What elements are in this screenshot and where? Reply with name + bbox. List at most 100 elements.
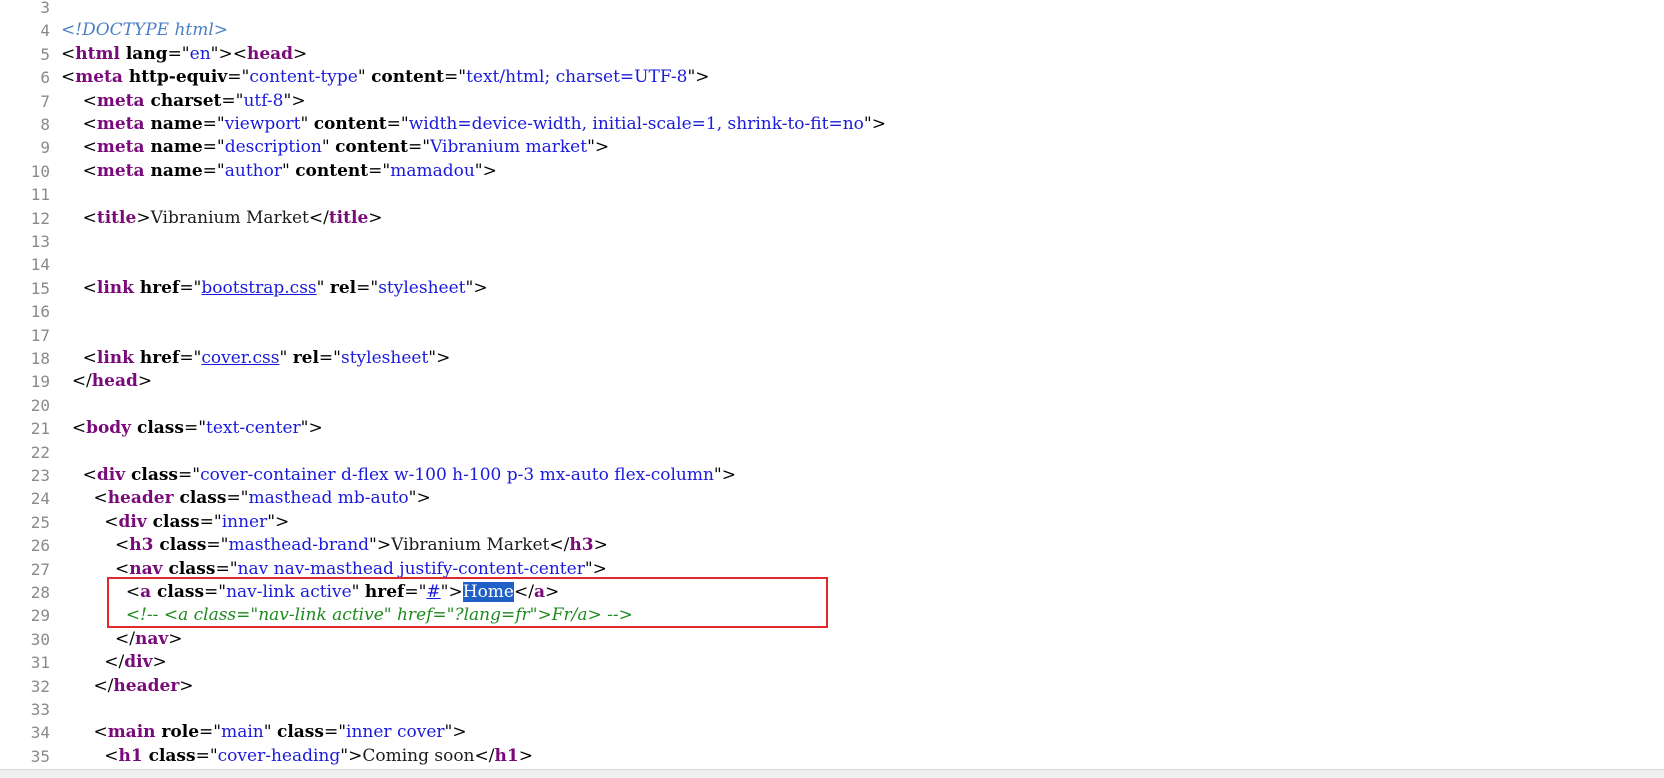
code-token: "> <box>587 137 610 158</box>
code-token: class <box>162 558 216 579</box>
code-line[interactable]: 18 <link href="cover.css" rel="styleshee… <box>0 347 1664 370</box>
code-text[interactable]: <title>Vibranium Market</title> <box>61 207 383 230</box>
code-line[interactable]: 20 <box>0 394 1664 417</box>
code-text[interactable]: <body class="text-center"> <box>61 417 323 440</box>
code-text[interactable]: <meta http-equiv="content-type" content=… <box>61 66 710 89</box>
code-line[interactable]: 35 <h1 class="cover-heading">Coming soon… <box>0 745 1664 768</box>
code-token: =" <box>179 277 202 298</box>
code-line[interactable]: 31 </div> <box>0 651 1664 674</box>
code-token: < <box>82 114 97 134</box>
code-line[interactable]: 32 </header> <box>0 675 1664 698</box>
code-editor[interactable]: 3 4 <!DOCTYPE html> 5 <html lang="en"><head>… <box>0 0 1664 770</box>
code-line[interactable]: 23 <div class="cover-container d-flex w-… <box>0 464 1664 487</box>
code-line[interactable]: 8 <meta name="viewport" content="width=d… <box>0 113 1664 136</box>
code-token: =" <box>202 160 225 181</box>
code-line[interactable]: 28 <a class="nav-link active" href="#">H… <box>0 581 1664 604</box>
line-number: 23 <box>30 466 50 485</box>
code-line[interactable]: 29 <!-- <a class="nav-link active" href=… <box>0 604 1664 627</box>
code-text[interactable]: <header class="masthead mb-auto"> <box>61 487 430 510</box>
code-line[interactable]: 26 <h3 class="masthead-brand">Vibranium … <box>0 534 1664 557</box>
code-token: < <box>82 465 97 485</box>
code-text[interactable]: <meta name="description" content="Vibran… <box>61 136 610 159</box>
code-token: " <box>281 160 296 181</box>
line-number: 8 <box>40 115 50 134</box>
code-line[interactable]: 3 <box>0 0 1664 19</box>
code-token: </ <box>474 745 495 766</box>
code-line[interactable]: 24 <header class="masthead mb-auto"> <box>0 487 1664 510</box>
code-token: class <box>151 582 205 602</box>
code-text[interactable]: <h1 class="cover-heading">Coming soon</h… <box>61 745 533 768</box>
code-text[interactable]: <a class="nav-link active" href="#">Home… <box>61 581 559 604</box>
line-number: 6 <box>40 68 50 88</box>
code-text[interactable]: <link href="bootstrap.css" rel="styleshe… <box>61 277 488 300</box>
code-text[interactable]: <meta name="author" content="mamadou"> <box>61 160 497 183</box>
code-token: < <box>82 137 97 158</box>
code-text[interactable]: <!-- <a class="nav-link active" href="?l… <box>61 604 633 627</box>
code-line[interactable]: 13 <box>0 230 1664 253</box>
code-token: =" <box>221 90 244 111</box>
code-text[interactable]: <h3 class="masthead-brand">Vibranium Mar… <box>61 534 608 557</box>
code-line[interactable]: 5 <html lang="en"><head> <box>0 43 1664 66</box>
code-text[interactable]: <link href="cover.css" rel="stylesheet"> <box>61 347 451 370</box>
code-line[interactable]: 19 </head> <box>0 370 1664 393</box>
code-token: "> <box>283 90 306 111</box>
code-line[interactable]: 33 <box>0 698 1664 721</box>
code-line[interactable]: 25 <div class="inner"> <box>0 511 1664 534</box>
code-token: text-center <box>206 418 301 439</box>
code-line[interactable]: 15 <link href="bootstrap.css" rel="style… <box>0 277 1664 300</box>
code-line[interactable]: 9 <meta name="description" content="Vibr… <box>0 136 1664 159</box>
code-token: =" <box>183 418 207 439</box>
code-text[interactable]: <nav class="nav nav-masthead justify-con… <box>61 558 607 581</box>
code-token: class <box>276 722 324 743</box>
code-line[interactable]: 6 <meta http-equiv="content-type" content… <box>0 66 1664 89</box>
code-token: < <box>104 511 119 532</box>
code-line[interactable]: 30 </nav> <box>0 628 1664 651</box>
code-text[interactable]: <div class="cover-container d-flex w-100… <box>61 464 736 487</box>
code-token: meta <box>75 67 123 88</box>
code-line[interactable]: 14 <box>0 253 1664 276</box>
code-token: Vibranium Market <box>150 207 309 228</box>
code-token: width=device-width, initial-scale=1, shr… <box>408 114 864 134</box>
code-token: class <box>153 535 207 556</box>
code-line[interactable]: 11 <box>0 183 1664 206</box>
code-token: </ <box>514 582 534 602</box>
code-line[interactable]: 7 <meta charset="utf-8"> <box>0 90 1664 113</box>
code-text[interactable]: <html lang="en"><head> <box>61 43 307 66</box>
code-token: " <box>321 137 336 158</box>
code-line[interactable]: 16 <box>0 300 1664 323</box>
code-line[interactable]: 34 <main role="main" class="inner cover"… <box>0 721 1664 744</box>
code-token: < <box>104 745 119 766</box>
code-line[interactable]: 12 <title>Vibranium Market</title> <box>0 207 1664 230</box>
code-token: < <box>82 277 97 298</box>
code-token: " <box>279 348 293 368</box>
code-text[interactable]: <meta charset="utf-8"> <box>61 90 306 113</box>
code-link: # <box>426 582 441 602</box>
code-line[interactable]: 17 <box>0 324 1664 347</box>
code-line[interactable]: 10 <meta name="author" content="mamadou"… <box>0 160 1664 183</box>
code-line[interactable]: 22 <box>0 441 1664 464</box>
line-number: 15 <box>30 278 50 298</box>
code-token: < <box>82 207 97 228</box>
code-text[interactable]: <meta name="viewport" content="width=dev… <box>61 113 886 136</box>
code-text[interactable]: </nav> <box>61 628 183 651</box>
code-token: name <box>144 160 203 181</box>
code-token: nav-link active <box>226 582 352 602</box>
code-token: =" <box>202 137 225 158</box>
code-text[interactable]: </head> <box>61 370 152 393</box>
line-number: 33 <box>30 700 50 719</box>
code-token: div <box>124 652 153 673</box>
line-number: 24 <box>30 489 50 509</box>
code-token: mamadou <box>390 160 475 181</box>
code-line[interactable]: 27 <nav class="nav nav-masthead justify-… <box>0 558 1664 581</box>
code-line[interactable]: 21 <body class="text-center"> <box>0 417 1664 440</box>
code-text[interactable]: </header> <box>61 675 193 698</box>
code-text[interactable]: <!DOCTYPE html> <box>61 19 228 42</box>
code-token: </ <box>93 675 114 696</box>
code-text[interactable]: <div class="inner"> <box>61 511 289 534</box>
code-text[interactable]: <main role="main" class="inner cover"> <box>61 721 466 744</box>
code-line[interactable]: 4 <!DOCTYPE html> <box>0 19 1664 42</box>
code-text[interactable]: </div> <box>61 651 166 674</box>
